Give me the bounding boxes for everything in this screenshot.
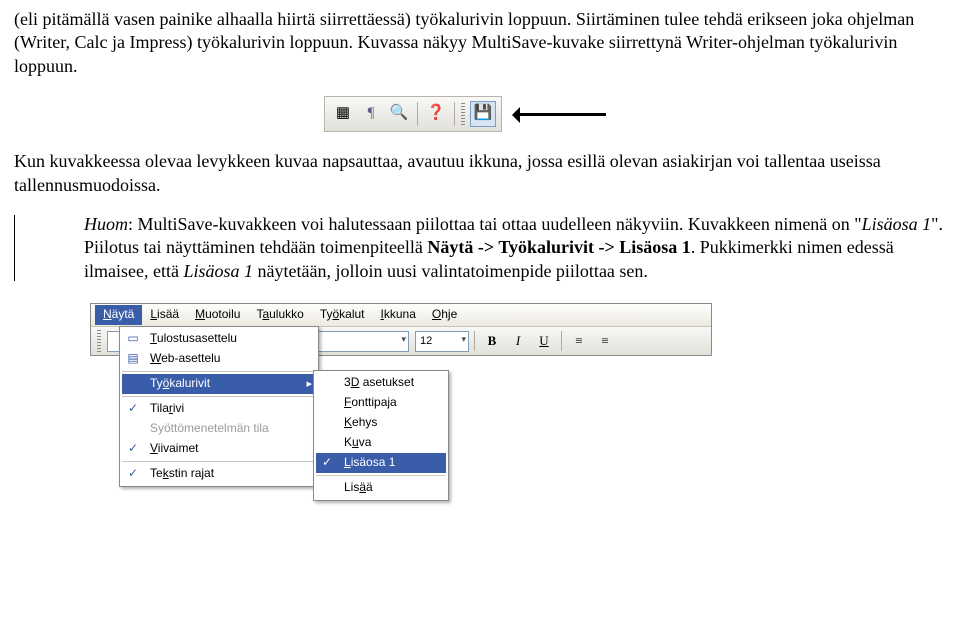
check-icon: ✓ bbox=[122, 439, 144, 459]
menubar-item[interactable]: Lisää bbox=[142, 305, 187, 325]
menu-item-label: Tulostusasettelu bbox=[150, 331, 237, 347]
bold-button[interactable]: B bbox=[480, 330, 504, 352]
menu-item-label: Syöttömenetelmän tila bbox=[150, 421, 269, 437]
toolbar-grip bbox=[97, 330, 101, 352]
check-icon: ✓ bbox=[122, 399, 144, 419]
menu-icon-empty bbox=[316, 413, 338, 433]
view-menu: ▭ Tulostusasettelu ▤ Web-asettelu Työkaluriv… bbox=[119, 326, 319, 487]
italic-button[interactable]: I bbox=[506, 330, 530, 352]
align-center-button[interactable]: ≡ bbox=[593, 330, 617, 352]
menu-item-label: 3D asetukset bbox=[344, 375, 414, 391]
menu-item[interactable]: ▤ Web-asettelu bbox=[122, 349, 316, 369]
underline-button[interactable]: U bbox=[532, 330, 556, 352]
separator bbox=[417, 102, 418, 126]
menu-icon-empty bbox=[122, 419, 144, 439]
menu-item[interactable]: 3D asetukset bbox=[316, 373, 446, 393]
paragraph-marks-icon: ¶ bbox=[358, 101, 384, 127]
zoom-icon: 🔍 bbox=[386, 101, 412, 127]
menu-item: Syöttömenetelmän tila bbox=[122, 419, 316, 439]
note-block: Huom: MultiSave-kuvakkeen voi halutessaa… bbox=[14, 213, 946, 283]
menu-icon-empty bbox=[316, 433, 338, 453]
menu-item-label: Viivaimet bbox=[150, 441, 198, 457]
check-icon: ✓ bbox=[316, 453, 338, 473]
menu-icon-empty bbox=[316, 373, 338, 393]
help-icon: ❓ bbox=[423, 101, 449, 127]
menu-item[interactable]: ▭ Tulostusasettelu bbox=[122, 329, 316, 349]
menu-icon: ▭ bbox=[122, 329, 144, 349]
menubar-item[interactable]: Taulukko bbox=[248, 305, 311, 325]
menu-item[interactable]: Työkalurivit bbox=[122, 374, 316, 394]
menu-icon-empty bbox=[316, 478, 338, 498]
menubar-item[interactable]: Muotoilu bbox=[187, 305, 248, 325]
menu-icon: ▤ bbox=[122, 349, 144, 369]
menu-item[interactable]: Kehys bbox=[316, 413, 446, 433]
menubar-item[interactable]: Työkalut bbox=[312, 305, 373, 325]
menubar: NäytäLisääMuotoiluTaulukkoTyökalutIkkuna… bbox=[91, 304, 711, 327]
note-prefix: Huom bbox=[84, 214, 128, 234]
menu-item[interactable]: Kuva bbox=[316, 433, 446, 453]
toolbar-illustration: ▦ ¶ 🔍 ❓ 💾 bbox=[324, 96, 946, 132]
menubar-item[interactable]: Ohje bbox=[424, 305, 465, 325]
writer-toolbar: ▦ ¶ 🔍 ❓ 💾 bbox=[324, 96, 502, 132]
menu-item[interactable]: Fonttipaja bbox=[316, 393, 446, 413]
separator bbox=[561, 331, 562, 351]
align-left-button[interactable]: ≡ bbox=[567, 330, 591, 352]
separator bbox=[454, 102, 455, 126]
toolbar-grip bbox=[461, 103, 465, 125]
menubar-item[interactable]: Ikkuna bbox=[373, 305, 424, 325]
menu-icon-empty bbox=[316, 393, 338, 413]
menu-item-label: Tekstin rajat bbox=[150, 466, 214, 482]
menubar-item[interactable]: Näytä bbox=[95, 305, 142, 325]
menu-item-label: Kehys bbox=[344, 415, 377, 431]
menu-item-label: Web-asettelu bbox=[150, 351, 220, 367]
menu-item-label: Lisäosa 1 bbox=[344, 455, 395, 471]
menu-item[interactable]: ✓ Tilarivi bbox=[122, 399, 316, 419]
menu-item[interactable]: ✓ Tekstin rajat bbox=[122, 464, 316, 484]
menu-item[interactable]: ✓ Lisäosa 1 bbox=[316, 453, 446, 473]
check-icon: ✓ bbox=[122, 464, 144, 484]
menu-item-label: Tilarivi bbox=[150, 401, 184, 417]
multisave-icon: 💾 bbox=[470, 101, 496, 127]
separator bbox=[474, 331, 475, 351]
menu-item-label: Työkalurivit bbox=[150, 376, 210, 392]
menu-item-label: Lisää bbox=[344, 480, 373, 496]
menu-item-label: Kuva bbox=[344, 435, 371, 451]
openoffice-menu-screenshot: NäytäLisääMuotoiluTaulukkoTyökalutIkkuna… bbox=[90, 303, 712, 356]
toolbars-submenu: 3D asetukset Fonttipaja Kehys Kuva ✓ Lisäosa … bbox=[313, 370, 449, 501]
menu-item-label: Fonttipaja bbox=[344, 395, 397, 411]
fontsize-select[interactable]: 12 bbox=[415, 331, 469, 352]
menu-item[interactable]: Lisää bbox=[316, 478, 446, 498]
menu-item[interactable]: ✓ Viivaimet bbox=[122, 439, 316, 459]
datasource-icon: ▦ bbox=[330, 101, 356, 127]
paragraph-1: (eli pitämällä vasen painike alhaalla hi… bbox=[14, 8, 946, 78]
note-text: Huom: MultiSave-kuvakkeen voi halutessaa… bbox=[84, 213, 946, 283]
menu-icon-empty bbox=[122, 374, 144, 394]
paragraph-2: Kun kuvakkeessa olevaa levykkeen kuvaa n… bbox=[14, 150, 946, 197]
arrow-icon bbox=[516, 113, 606, 116]
